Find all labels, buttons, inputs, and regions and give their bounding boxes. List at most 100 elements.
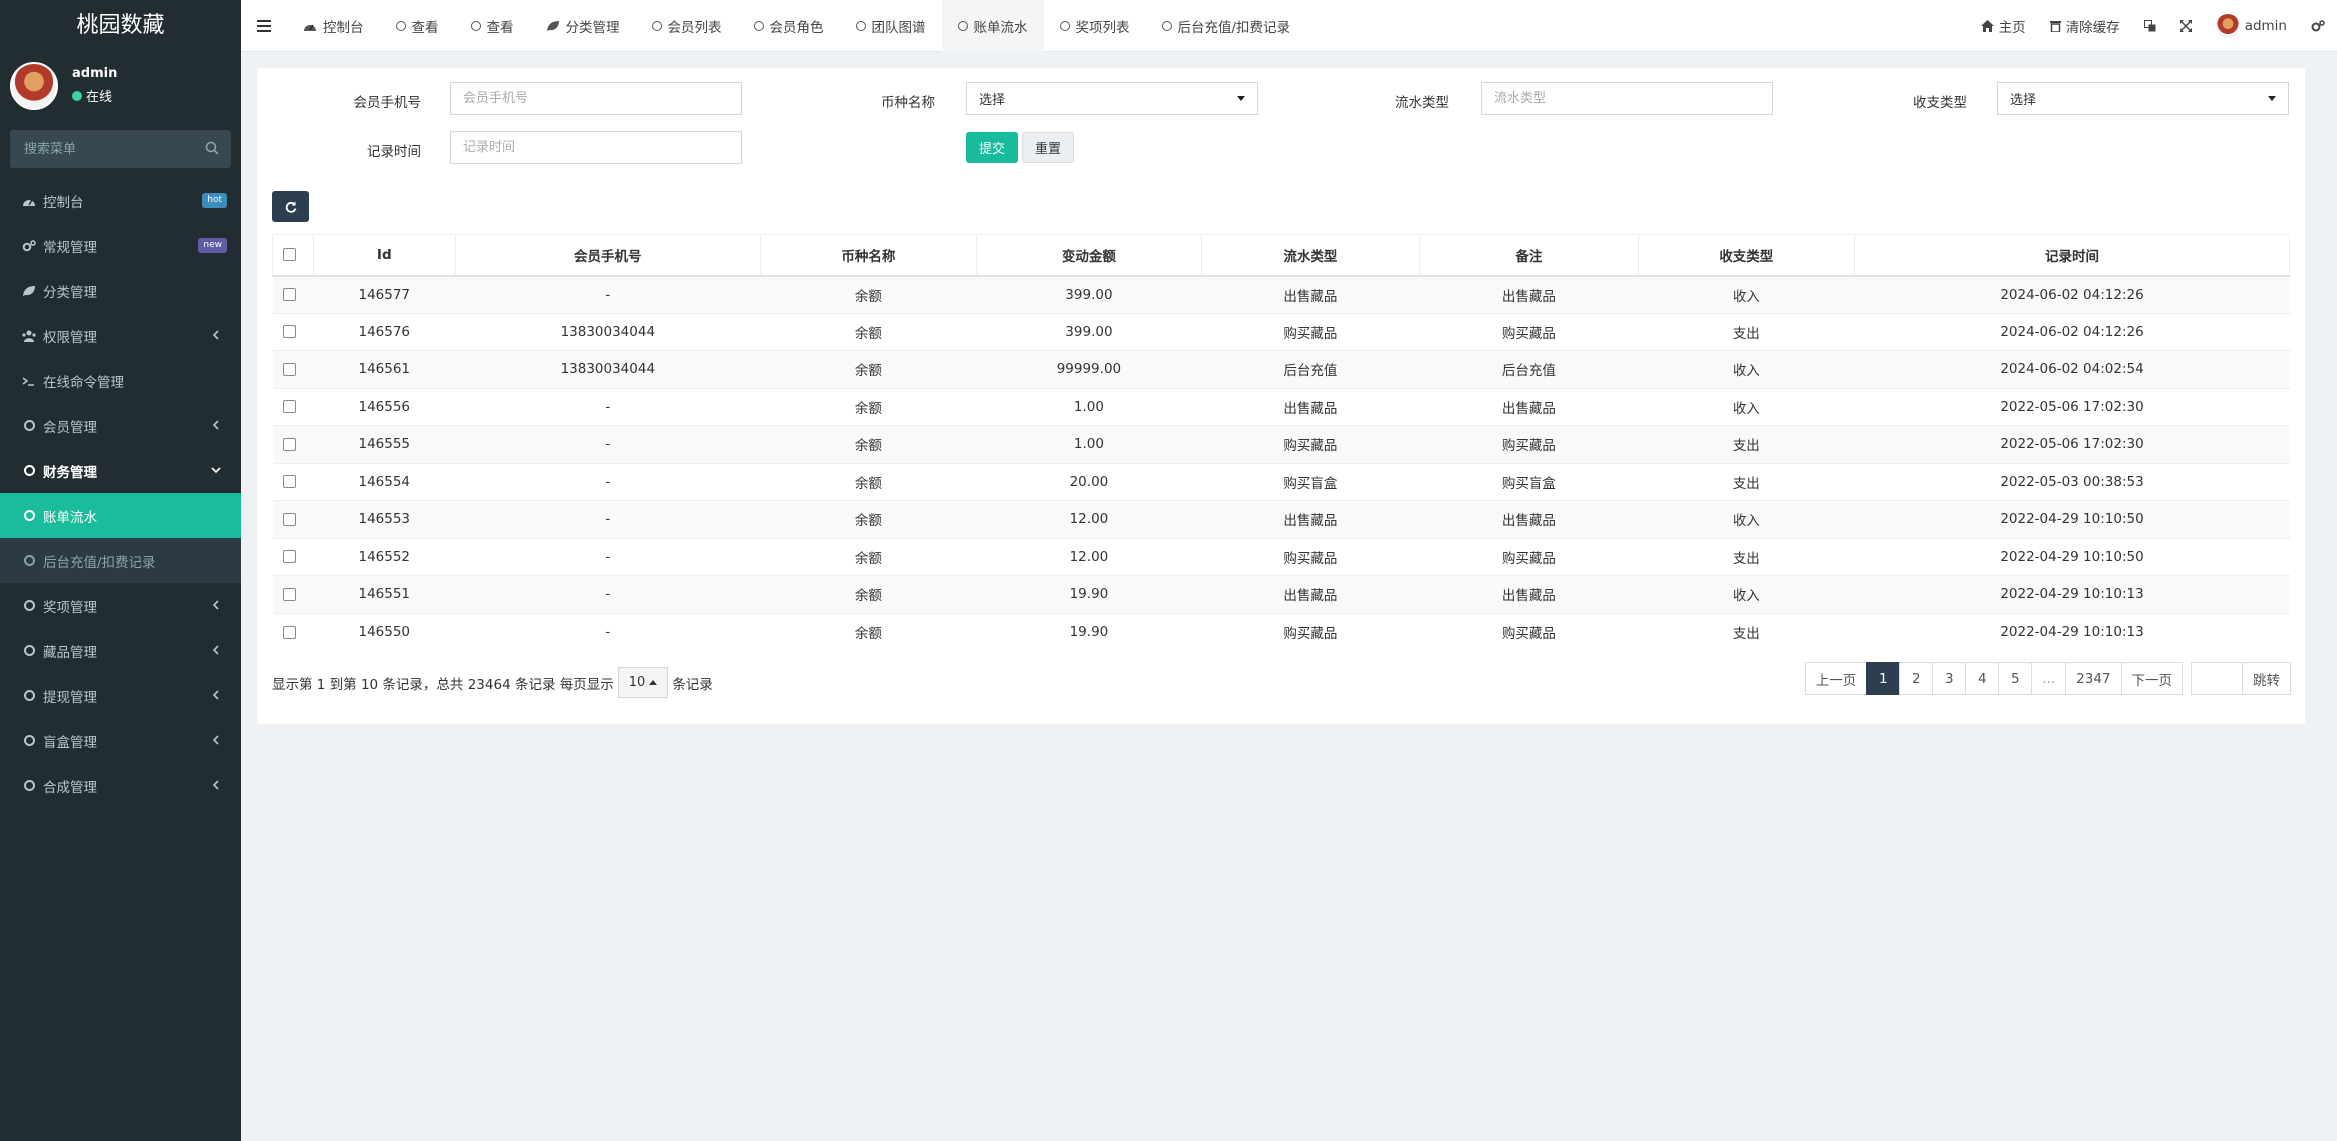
sidebar-item-1[interactable]: 常规管理 new [0,223,241,268]
chevron-left-icon [211,329,221,341]
record-time-input[interactable] [450,131,742,164]
sidebar-item-2[interactable]: 分类管理 [0,268,241,313]
table-cell: 支出 [1638,537,1855,576]
flow-type-input[interactable] [1481,82,1773,115]
row-select-cell [272,387,314,426]
fullscreen-button[interactable] [2168,0,2204,52]
brand-logo[interactable]: 桃园数藏 [0,0,241,52]
table-cell: - [455,387,761,426]
tab-8[interactable]: 奖项列表 [1044,0,1146,52]
refresh-icon [285,201,296,213]
row-checkbox[interactable] [282,512,296,526]
row-checkbox[interactable] [282,475,296,489]
page-button[interactable]: 2 [1899,662,1934,695]
page-button[interactable]: 3 [1932,662,1967,695]
table-cell: 余额 [760,612,977,651]
page-button[interactable]: ... [2031,662,2067,695]
row-checkbox[interactable] [282,288,296,301]
tab-5[interactable]: 会员角色 [738,0,840,52]
row-checkbox[interactable] [282,362,296,376]
table-cell: 购买藏品 [1419,425,1639,463]
column-header[interactable]: Id [312,234,456,277]
tab-1[interactable]: 查看 [380,0,455,52]
translate-button[interactable] [2132,0,2168,52]
column-header[interactable]: 备注 [1419,234,1639,277]
table-cell: 出售藏品 [1201,275,1420,313]
sidebar-toggle-button[interactable] [241,0,287,52]
tab-3[interactable]: 分类管理 [530,0,636,52]
phone-input[interactable] [450,82,742,115]
io-type-label: 收支类型 [1913,95,1967,111]
row-checkbox[interactable] [282,437,296,451]
page-button[interactable]: 5 [1998,662,2033,695]
sidebar-item-8[interactable]: 后台充值/扣费记录 [0,538,241,583]
column-header[interactable]: 收支类型 [1637,234,1856,277]
tab-2[interactable]: 查看 [455,0,530,52]
column-header[interactable]: 流水类型 [1200,234,1421,277]
row-checkbox[interactable] [282,587,296,601]
sidebar-item-6[interactable]: 财务管理 [0,448,241,493]
table-cell: 13830034044 [455,312,761,351]
jump-button[interactable]: 跳转 [2242,662,2291,695]
sidebar-item-13[interactable]: 合成管理 [0,763,241,808]
settings-button[interactable] [2299,0,2337,52]
page-button[interactable]: 2347 [2065,662,2122,695]
table-cell: 收入 [1638,500,1855,538]
prev-page-button[interactable]: 上一页 [1804,662,1868,695]
sidebar-search-input[interactable] [10,130,231,168]
circle-icon [22,734,36,748]
sidebar-item-11[interactable]: 提现管理 [0,673,241,718]
row-checkbox[interactable] [282,325,296,339]
clear-cache-button[interactable]: 清除缓存 [2038,0,2132,52]
sidebar-item-label: 权限管理 [43,329,97,346]
page-button[interactable]: 4 [1965,662,2000,695]
table-row: 146553- 余额 12.00 出售藏品 出售藏品 收入 2022-04-29 10:10… [272,500,2290,538]
table-cell: 余额 [760,312,977,351]
tab-4[interactable]: 会员列表 [636,0,738,52]
refresh-button[interactable] [272,191,309,222]
tab-0[interactable]: 控制台 [287,0,380,52]
column-header[interactable]: 会员手机号 [454,234,761,277]
tab-label: 查看 [411,19,439,36]
sidebar-item-5[interactable]: 会员管理 [0,403,241,448]
row-checkbox[interactable] [282,625,296,639]
sidebar-item-label: 账单流水 [43,509,97,526]
sidebar-item-7[interactable]: 账单流水 [0,493,241,538]
column-header[interactable]: 变动金额 [976,234,1202,277]
admin-menu[interactable]: admin [2204,0,2299,52]
reset-button[interactable]: 重置 [1022,132,1074,163]
table-row: 146556- 余额 1.00 出售藏品 出售藏品 收入 2022-05-06 17:02:… [272,387,2290,426]
sidebar-item-12[interactable]: 盲盒管理 [0,718,241,763]
tab-6[interactable]: 团队图谱 [840,0,942,52]
sidebar-item-3[interactable]: 权限管理 [0,313,241,358]
table-cell: 购买藏品 [1419,312,1639,351]
coin-select[interactable]: 选择 [966,82,1258,115]
tab-label: 后台充值/扣费记录 [1177,19,1291,36]
user-name: admin [72,66,118,81]
home-link[interactable]: 主页 [1969,0,2038,52]
table-cell: 收入 [1638,275,1855,313]
search-icon[interactable] [205,141,219,155]
tab-9[interactable]: 后台充值/扣费记录 [1146,0,1307,52]
user-status: 在线 [72,86,112,105]
select-all-checkbox[interactable] [283,248,296,262]
sidebar-item-0[interactable]: 控制台 hot [0,178,241,223]
column-header[interactable]: 币种名称 [759,234,978,277]
sidebar-item-9[interactable]: 奖项管理 [0,583,241,628]
table-cell: 19.90 [976,575,1202,613]
page-size-select[interactable]: 10 [617,667,669,698]
io-type-select[interactable]: 选择 [1997,82,2289,115]
row-checkbox[interactable] [282,550,296,564]
sidebar-item-10[interactable]: 藏品管理 [0,628,241,673]
sidebar-item-4[interactable]: 在线命令管理 [0,358,241,403]
table-cell: 出售藏品 [1201,575,1420,613]
tab-7[interactable]: 账单流水 [941,0,1044,52]
table-cell: 146555 [313,425,456,463]
next-page-button[interactable]: 下一页 [2120,662,2183,695]
column-header[interactable]: 记录时间 [1854,234,2290,277]
submit-button[interactable]: 提交 [966,132,1018,163]
row-checkbox[interactable] [282,400,296,414]
page-button[interactable]: 1 [1866,662,1901,695]
jump-page-input[interactable] [2191,662,2243,695]
tab-label: 会员列表 [667,19,722,36]
